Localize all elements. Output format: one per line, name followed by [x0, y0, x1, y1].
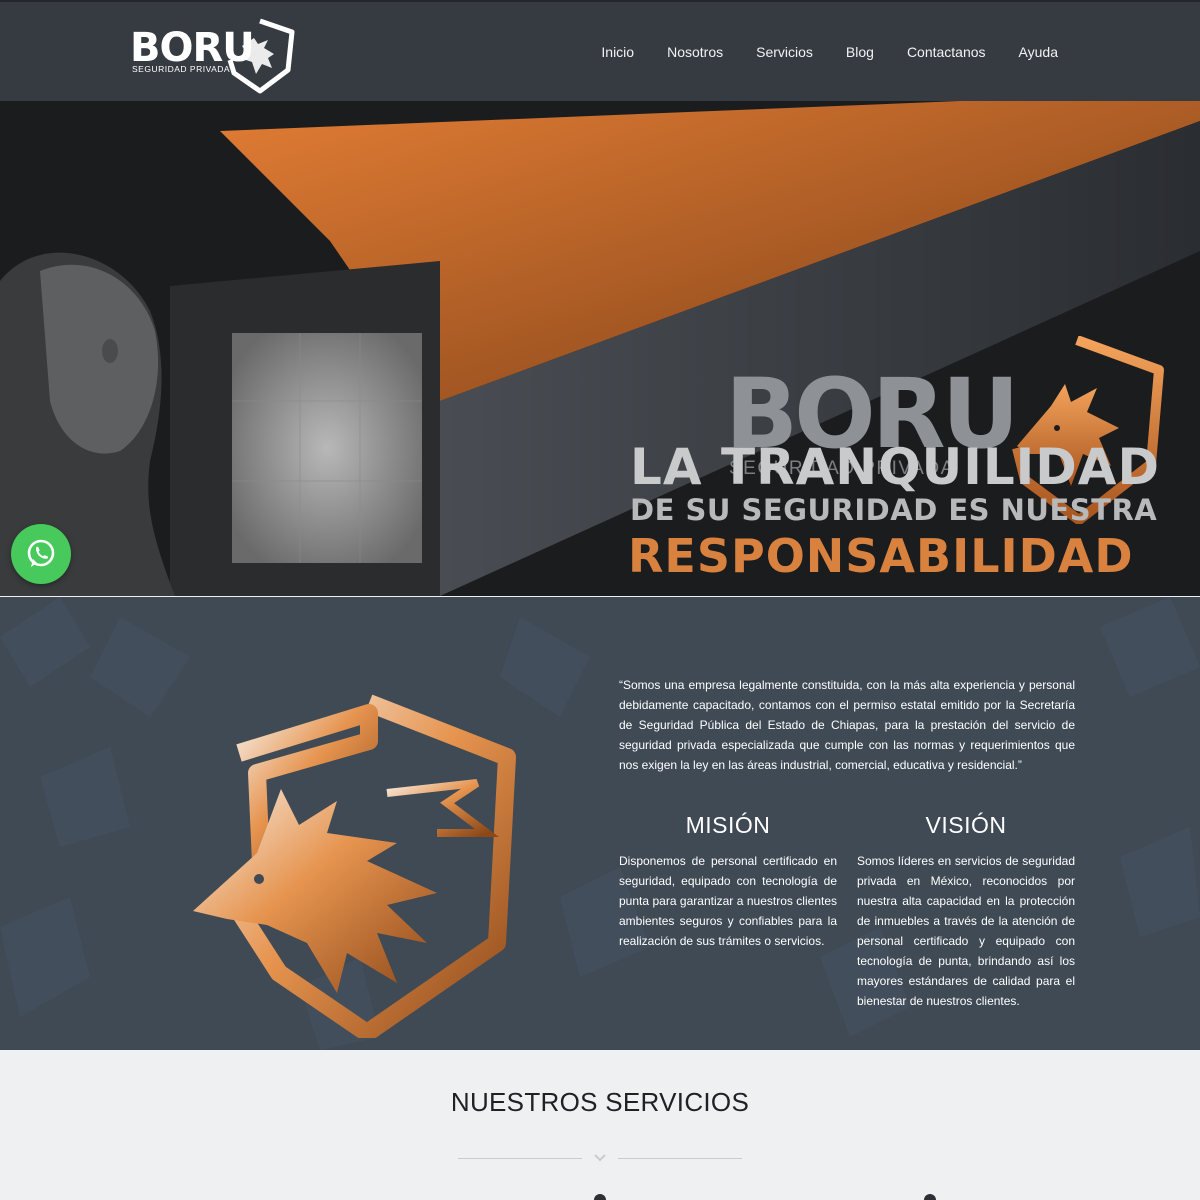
hero-headline-line2: DE SU SEGURIDAD ES NUESTRA: [630, 493, 1158, 527]
service-icon-peek: [924, 1194, 936, 1200]
vision-text: Somos líderes en servicios de seguridad …: [857, 854, 1075, 1008]
mision-text: Disponemos de personal certificado en se…: [619, 854, 837, 948]
whatsapp-button[interactable]: [11, 524, 71, 584]
vision-block: VISIÓN Somos líderes en servicios de seg…: [857, 812, 1075, 1011]
nav-servicios[interactable]: Servicios: [756, 44, 813, 60]
mision-block: MISIÓN Disponemos de personal certificad…: [619, 812, 837, 951]
services-title: NUESTROS SERVICIOS: [450, 1087, 750, 1117]
nav-blog[interactable]: Blog: [846, 44, 874, 60]
hero-headline-line1: LA TRANQUILIDAD: [630, 438, 1160, 496]
nav-inicio[interactable]: Inicio: [601, 44, 634, 60]
wolf-shield-icon: [227, 18, 295, 94]
company-quote: “Somos una empresa legalmente constituid…: [619, 678, 1075, 772]
nav-nosotros[interactable]: Nosotros: [667, 44, 723, 60]
hero-banner: BORU SEGURIDAD PRIVADA LA TRANQUILIDAD D…: [0, 101, 1200, 596]
hero-headline-line3: RESPONSABILIDAD: [628, 529, 1134, 583]
main-nav: Inicio Nosotros Servicios Blog Contactan…: [568, 44, 1058, 60]
brand-logo-tagline: SEGURIDAD PRIVADA: [132, 64, 231, 74]
brand-logo[interactable]: BORU SEGURIDAD PRIVADA: [130, 18, 300, 96]
section-divider-right: [618, 1158, 742, 1159]
mision-title: MISIÓN: [685, 812, 771, 838]
service-icon-peek: [594, 1194, 606, 1200]
vision-title: VISIÓN: [925, 812, 1007, 838]
whatsapp-icon: [27, 539, 55, 567]
chevron-down-icon: [594, 1154, 606, 1162]
about-section: “Somos una empresa legalmente constituid…: [0, 597, 1200, 1050]
nav-ayuda[interactable]: Ayuda: [1019, 44, 1058, 60]
nav-contactanos[interactable]: Contactanos: [907, 44, 986, 60]
site-header: BORU SEGURIDAD PRIVADA Inicio Nosotros S…: [0, 0, 1200, 101]
section-divider-left: [458, 1158, 582, 1159]
wolf-shield-icon: [193, 694, 516, 1038]
